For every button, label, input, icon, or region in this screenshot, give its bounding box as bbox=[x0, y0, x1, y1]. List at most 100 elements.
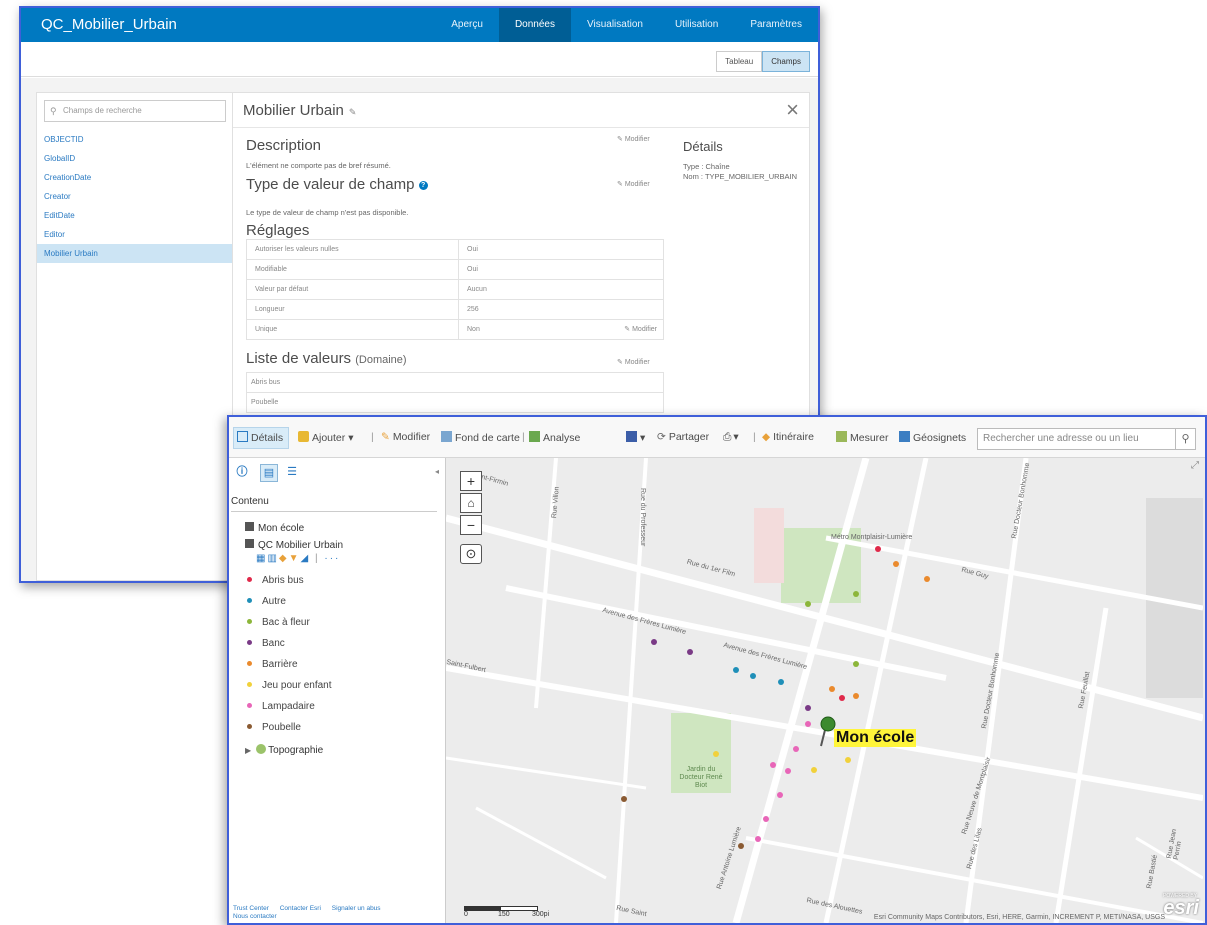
app-header: QC_Mobilier_Urbain Aperçu Données Visual… bbox=[21, 8, 818, 42]
field-search-input[interactable]: ⚲ Champs de recherche bbox=[44, 100, 226, 122]
tab-visualisation[interactable]: Visualisation bbox=[571, 8, 659, 42]
tab-donnees[interactable]: Données bbox=[498, 8, 571, 42]
fond-label: Fond de carte bbox=[455, 432, 520, 444]
value-type-heading-text: Type de valeur de champ bbox=[246, 176, 415, 193]
field-item-editor[interactable]: Editor bbox=[37, 225, 233, 244]
esri-logo[interactable]: esri bbox=[1163, 897, 1199, 920]
field-item-creator[interactable]: Creator bbox=[37, 187, 233, 206]
locate-button[interactable]: ⊙ bbox=[460, 544, 482, 564]
footer-link[interactable]: Nous contacter bbox=[233, 913, 277, 920]
details-name: Nom : TYPE_MOBILIER_URBAIN bbox=[683, 172, 798, 181]
fond-de-carte-button[interactable]: Fond de carte bbox=[441, 431, 520, 444]
layer-topographie[interactable]: ▶ Topographie bbox=[245, 744, 323, 756]
home-button[interactable]: ⌂ bbox=[460, 493, 482, 513]
expand-icon[interactable]: ⤢ bbox=[1191, 460, 1199, 471]
modifier-toolbar-label: Modifier bbox=[392, 431, 431, 443]
style-icon[interactable]: ◆ bbox=[279, 553, 289, 564]
properties-icon[interactable]: ▦ bbox=[256, 553, 267, 564]
point-barriere bbox=[924, 576, 930, 582]
edit-pencil-icon[interactable]: ✎ bbox=[349, 107, 357, 117]
table-row: Autoriser les valeurs nulles Oui bbox=[246, 239, 664, 260]
list-item: Abris bus bbox=[246, 372, 664, 393]
help-icon[interactable]: ? bbox=[418, 180, 428, 190]
partager-button[interactable]: ⟳ Partager bbox=[657, 431, 709, 443]
app-title[interactable]: QC_Mobilier_Urbain bbox=[41, 16, 177, 33]
tab-apercu[interactable]: Aperçu bbox=[435, 8, 499, 42]
table-row: Valeur par défaut Aucun bbox=[246, 279, 664, 300]
filter-icon[interactable]: ▼ bbox=[289, 553, 301, 564]
tab-utilisation[interactable]: Utilisation bbox=[659, 8, 734, 42]
field-item-creationdate[interactable]: CreationDate bbox=[37, 168, 233, 187]
tableau-button[interactable]: Tableau bbox=[716, 51, 763, 72]
checkbox-icon[interactable] bbox=[245, 522, 254, 531]
layer-mon-ecole[interactable]: Mon école bbox=[245, 522, 304, 534]
itineraire-button[interactable]: ◆ Itinéraire bbox=[762, 431, 814, 443]
map-view[interactable]: Mon école Saint-Firmin Rue du Professeur… bbox=[446, 458, 1205, 923]
modifier-label: Modifier bbox=[624, 181, 650, 188]
table-icon[interactable]: ▥ bbox=[267, 553, 278, 564]
table-row: Unique Non ✎ Modifier bbox=[246, 319, 664, 340]
domain-modifier-link[interactable]: ✎ Modifier bbox=[617, 358, 650, 366]
analyse-button[interactable]: Analyse bbox=[529, 431, 580, 444]
point-autre bbox=[750, 673, 756, 679]
geosignets-button[interactable]: Géosignets bbox=[899, 431, 966, 444]
settings-table: Autoriser les valeurs nulles Oui Modifiab… bbox=[246, 239, 664, 340]
point-lampadaire bbox=[755, 836, 761, 842]
zoom-out-button[interactable]: − bbox=[460, 515, 482, 535]
champs-button[interactable]: Champs bbox=[762, 51, 810, 72]
itineraire-label: Itinéraire bbox=[773, 431, 814, 443]
search-icon: ⚲ bbox=[50, 106, 57, 116]
zoom-in-button[interactable]: + bbox=[460, 471, 482, 491]
point-abris-bus bbox=[875, 546, 881, 552]
layer-qc-mobilier[interactable]: QC Mobilier Urbain bbox=[245, 539, 343, 551]
unique-modifier-link[interactable]: ✎ Modifier bbox=[624, 325, 657, 333]
analysis-icon[interactable]: ◢ bbox=[301, 553, 311, 564]
footer-link[interactable]: Contacter Esri bbox=[280, 905, 321, 912]
tab-parametres[interactable]: Paramètres bbox=[734, 8, 818, 42]
footer-link[interactable]: Trust Center bbox=[233, 905, 269, 912]
field-item-objectid[interactable]: OBJECTID bbox=[37, 130, 233, 149]
details-heading: Détails bbox=[683, 139, 723, 154]
legend-dot-icon bbox=[247, 640, 252, 645]
point-banc bbox=[687, 649, 693, 655]
value-type-modifier-link[interactable]: ✎ Modifier bbox=[617, 180, 650, 188]
legend-item-autre: Autre bbox=[247, 596, 286, 607]
description-modifier-link[interactable]: ✎ Modifier bbox=[617, 135, 650, 143]
field-item-globalid[interactable]: GlobalID bbox=[37, 149, 233, 168]
info-icon[interactable]: ⓘ bbox=[234, 464, 250, 480]
point-lampadaire bbox=[785, 768, 791, 774]
content-tab-icon[interactable]: ▤ bbox=[260, 464, 278, 482]
share-icon: ⟳ bbox=[657, 431, 666, 443]
point-lampadaire bbox=[770, 762, 776, 768]
panel-footer: Trust Center Contacter Esri Signaler un … bbox=[233, 905, 381, 921]
legend-dot-icon bbox=[247, 703, 252, 708]
field-item-mobilier-urbain[interactable]: Mobilier Urbain bbox=[37, 244, 233, 263]
sub-toolbar: Tableau Champs bbox=[21, 42, 818, 77]
mesurer-button[interactable]: Mesurer bbox=[836, 431, 889, 444]
modifier-button[interactable]: ✎ Modifier bbox=[381, 431, 430, 443]
address-search-input[interactable]: Rechercher une adresse ou un lieu bbox=[977, 428, 1180, 450]
directions-icon: ◆ bbox=[762, 431, 771, 443]
value-type-text: Le type de valeur de champ n'est pas dis… bbox=[246, 208, 409, 217]
basemap-icon bbox=[441, 431, 452, 442]
setting-label: Unique bbox=[246, 319, 459, 340]
field-title: Mobilier Urbain ✎ bbox=[243, 102, 356, 119]
save-button[interactable]: ▾ bbox=[626, 431, 645, 444]
setting-value: Oui bbox=[458, 259, 664, 280]
legend-tab-icon[interactable]: ☰ bbox=[284, 464, 300, 480]
print-button[interactable]: ⎙ ▾ bbox=[723, 431, 739, 444]
checkbox-icon[interactable] bbox=[245, 539, 254, 548]
search-button[interactable]: ⚲ bbox=[1175, 428, 1196, 450]
top-nav: Aperçu Données Visualisation Utilisation… bbox=[435, 8, 818, 42]
field-item-editdate[interactable]: EditDate bbox=[37, 206, 233, 225]
setting-value: Oui bbox=[458, 239, 664, 260]
footer-link[interactable]: Signaler un abus bbox=[332, 905, 381, 912]
collapse-panel-icon[interactable]: ◂ bbox=[429, 464, 445, 480]
close-icon[interactable]: × bbox=[786, 97, 799, 123]
details-button[interactable]: Détails bbox=[237, 431, 283, 444]
more-icon[interactable]: ··· bbox=[324, 553, 340, 564]
ajouter-button[interactable]: Ajouter ▾ bbox=[298, 431, 353, 444]
expand-icon[interactable]: ▶ bbox=[245, 746, 251, 755]
domain-heading: Liste de valeurs (Domaine) bbox=[246, 350, 407, 367]
details-column: Détails Type : Chaîne Nom : TYPE_MOBILIE… bbox=[683, 139, 797, 182]
